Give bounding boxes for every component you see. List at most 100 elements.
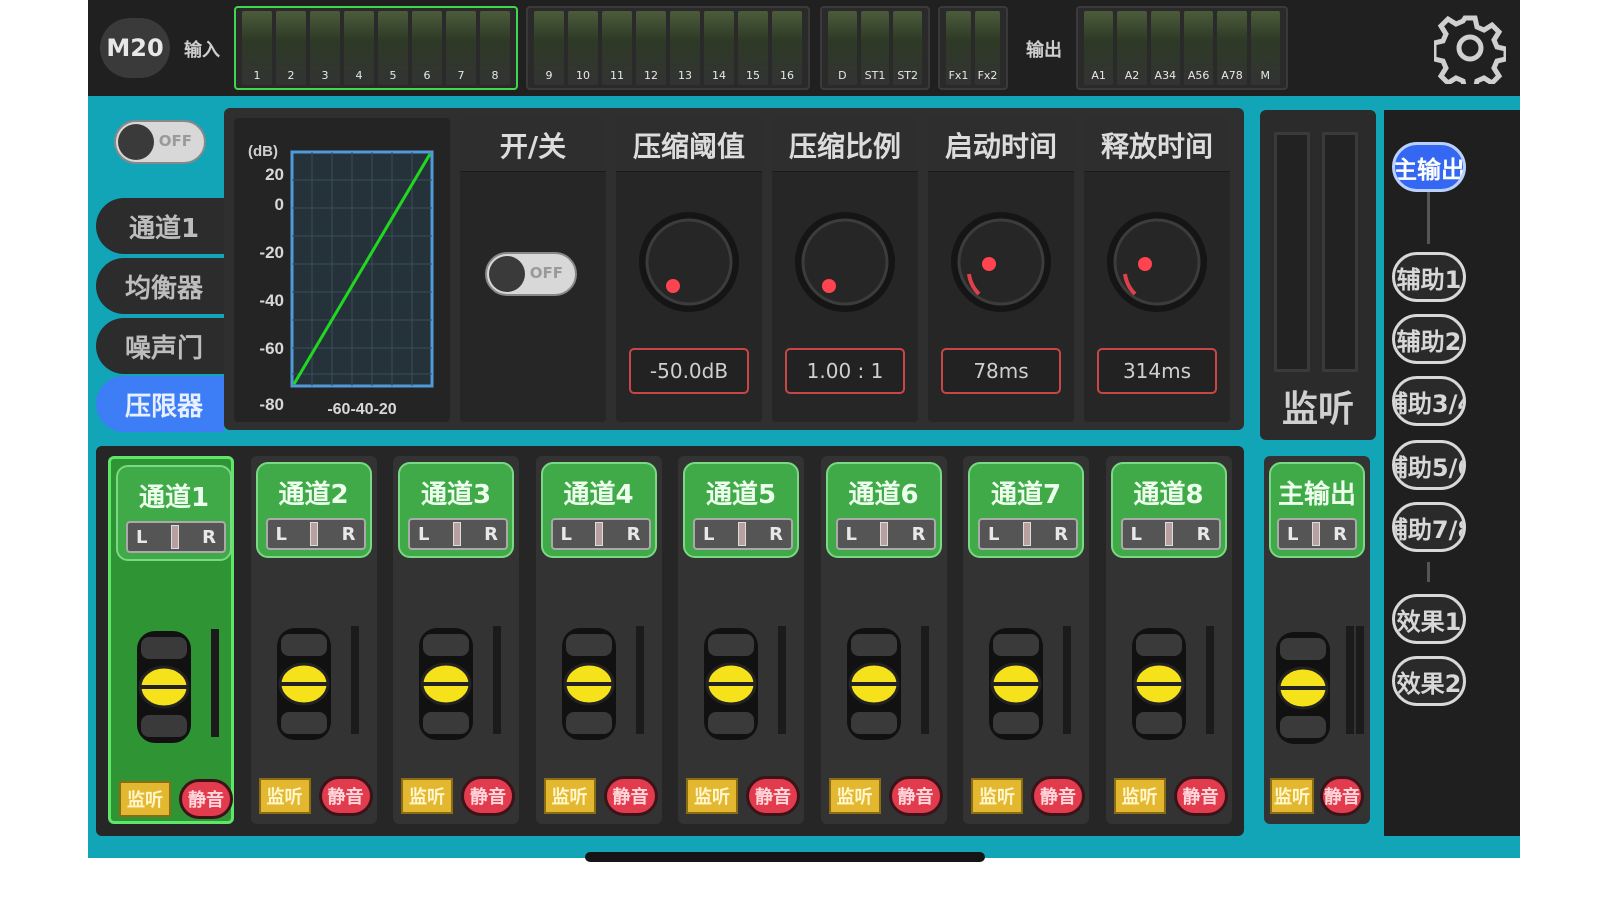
monitor-button[interactable]: 监听 bbox=[258, 778, 311, 814]
main-output-strip[interactable]: 主输出 L R 监听 静音 bbox=[1264, 456, 1370, 824]
channel-strip[interactable]: 通道1 L R 监听 静音 bbox=[108, 456, 234, 824]
param-knob[interactable] bbox=[793, 200, 897, 324]
strip-head[interactable]: 通道3 L R bbox=[398, 462, 514, 558]
pan-control[interactable]: LR bbox=[265, 518, 366, 550]
channel-strip[interactable]: 通道7 L R 监听 静音 bbox=[963, 456, 1089, 824]
main-fader-knob[interactable] bbox=[1270, 628, 1336, 748]
main-pan-control[interactable]: L R bbox=[1277, 518, 1357, 550]
level-meter: 13 bbox=[670, 11, 700, 85]
meter-group[interactable]: 9 10 11 12 13 14 15 16 bbox=[526, 6, 810, 90]
strip-head[interactable]: 通道8 L R bbox=[1110, 462, 1227, 558]
graph-y-tick: 0 bbox=[275, 195, 284, 214]
fader-knob[interactable] bbox=[698, 624, 764, 744]
monitor-button[interactable]: 监听 bbox=[1113, 778, 1166, 814]
gear-icon[interactable] bbox=[1434, 12, 1506, 84]
mute-button[interactable]: 静音 bbox=[888, 776, 943, 816]
module-toggle[interactable]: OFF bbox=[114, 120, 206, 164]
strip-name: 通道1 bbox=[138, 483, 210, 513]
pan-control[interactable]: LR bbox=[126, 521, 226, 553]
param-value[interactable]: 1.00 : 1 bbox=[785, 348, 905, 394]
main-strip-name: 主输出 bbox=[1277, 480, 1356, 510]
toggle-knob bbox=[489, 256, 525, 292]
param-value[interactable]: 314ms bbox=[1097, 348, 1217, 394]
bus-button[interactable]: 辅助3/4 bbox=[1392, 376, 1466, 426]
monitor-button[interactable]: 监听 bbox=[828, 778, 881, 814]
meter-group[interactable]: 1 2 3 4 5 6 7 8 bbox=[234, 6, 518, 90]
level-meter: 9 bbox=[534, 11, 564, 85]
meter-label: 1 bbox=[253, 69, 261, 82]
main-strip-head[interactable]: 主输出 L R bbox=[1269, 462, 1365, 558]
fader-knob[interactable] bbox=[131, 627, 197, 747]
strip-name: 通道4 bbox=[563, 480, 634, 510]
param-knob[interactable] bbox=[949, 200, 1053, 324]
pan-left-label: L bbox=[1287, 523, 1299, 545]
strip-head[interactable]: 通道5 L R bbox=[683, 462, 799, 558]
bus-button[interactable]: 辅助1 bbox=[1392, 252, 1466, 302]
meter-label: 12 bbox=[644, 69, 658, 82]
pan-control[interactable]: LR bbox=[693, 518, 793, 550]
bus-button[interactable]: 效果2 bbox=[1392, 656, 1466, 706]
pan-control[interactable]: LR bbox=[550, 518, 651, 550]
channel-strip[interactable]: 通道6 L R 监听 静音 bbox=[820, 456, 947, 824]
pan-control[interactable]: LR bbox=[408, 518, 508, 550]
fader-knob[interactable] bbox=[271, 624, 337, 744]
bus-button[interactable]: 主输出 bbox=[1392, 142, 1466, 192]
param-knob[interactable] bbox=[637, 200, 741, 324]
meter-group[interactable]: Fx1 Fx2 bbox=[938, 6, 1008, 90]
home-indicator[interactable] bbox=[585, 852, 985, 862]
strip-head[interactable]: 通道4 L R bbox=[540, 462, 657, 558]
pan-control[interactable]: LR bbox=[1120, 518, 1221, 550]
pan-left-label: L bbox=[988, 523, 1000, 545]
main-monitor-button[interactable]: 监听 bbox=[1270, 778, 1314, 814]
mute-button[interactable]: 静音 bbox=[461, 776, 515, 816]
main-mute-button[interactable]: 静音 bbox=[1320, 776, 1364, 816]
bus-button[interactable]: 辅助5/6 bbox=[1392, 440, 1466, 490]
monitor-button[interactable]: 监听 bbox=[686, 778, 738, 814]
meter-group[interactable]: A1 A2 A34 A56 A78 M bbox=[1076, 6, 1288, 90]
level-meter: A2 bbox=[1117, 11, 1147, 85]
side-item-channel[interactable]: 通道1 bbox=[96, 198, 224, 254]
compressor-toggle[interactable]: OFF bbox=[485, 252, 577, 296]
channel-strip[interactable]: 通道2 L R 监听 静音 bbox=[250, 456, 377, 824]
monitor-button[interactable]: 监听 bbox=[971, 778, 1023, 814]
param-value[interactable]: -50.0dB bbox=[629, 348, 749, 394]
channel-strip[interactable]: 通道5 L R 监听 静音 bbox=[678, 456, 804, 824]
fader-knob[interactable] bbox=[413, 624, 479, 744]
fader-knob[interactable] bbox=[556, 624, 622, 744]
side-item-compressor[interactable]: 压限器 bbox=[96, 376, 224, 432]
fader-knob[interactable] bbox=[983, 624, 1049, 744]
fader-knob[interactable] bbox=[1126, 624, 1192, 744]
meter-label: ST2 bbox=[897, 69, 919, 82]
pan-control[interactable]: LR bbox=[978, 518, 1078, 550]
monitor-button[interactable]: 监听 bbox=[401, 778, 453, 814]
param-value[interactable]: 78ms bbox=[941, 348, 1061, 394]
side-item-eq[interactable]: 均衡器 bbox=[96, 258, 224, 314]
strip-head[interactable]: 通道7 L R bbox=[968, 462, 1084, 558]
mute-button[interactable]: 静音 bbox=[746, 776, 800, 816]
bus-button[interactable]: 效果1 bbox=[1392, 594, 1466, 644]
channel-strip[interactable]: 通道4 L R 监听 静音 bbox=[535, 456, 662, 824]
channel-strip[interactable]: 通道3 L R 监听 静音 bbox=[393, 456, 519, 824]
mute-button[interactable]: 静音 bbox=[1173, 776, 1228, 816]
mute-button[interactable]: 静音 bbox=[603, 776, 658, 816]
side-item-gate[interactable]: 噪声门 bbox=[96, 318, 224, 374]
channel-strip[interactable]: 通道8 L R 监听 静音 bbox=[1105, 456, 1232, 824]
strip-head[interactable]: 通道6 L R bbox=[825, 462, 942, 558]
monitor-button[interactable]: 监听 bbox=[119, 781, 171, 817]
meter-group[interactable]: D ST1 ST2 bbox=[820, 6, 930, 90]
bus-button[interactable]: 辅助2 bbox=[1392, 314, 1466, 364]
level-meter bbox=[1205, 626, 1214, 734]
mute-button[interactable]: 静音 bbox=[1031, 776, 1085, 816]
bus-button[interactable]: 辅助7/8 bbox=[1392, 502, 1466, 552]
mute-button[interactable]: 静音 bbox=[318, 776, 373, 816]
meter-label: 13 bbox=[678, 69, 692, 82]
strip-head[interactable]: 通道1 L R bbox=[116, 465, 232, 561]
pan-control[interactable]: LR bbox=[835, 518, 936, 550]
graph-unit: (dB) bbox=[248, 143, 278, 160]
fader-knob[interactable] bbox=[841, 624, 907, 744]
pan-left-label: L bbox=[136, 526, 148, 548]
monitor-button[interactable]: 监听 bbox=[543, 778, 596, 814]
strip-head[interactable]: 通道2 L R bbox=[255, 462, 372, 558]
param-knob[interactable] bbox=[1105, 200, 1209, 324]
mute-button[interactable]: 静音 bbox=[179, 779, 233, 819]
